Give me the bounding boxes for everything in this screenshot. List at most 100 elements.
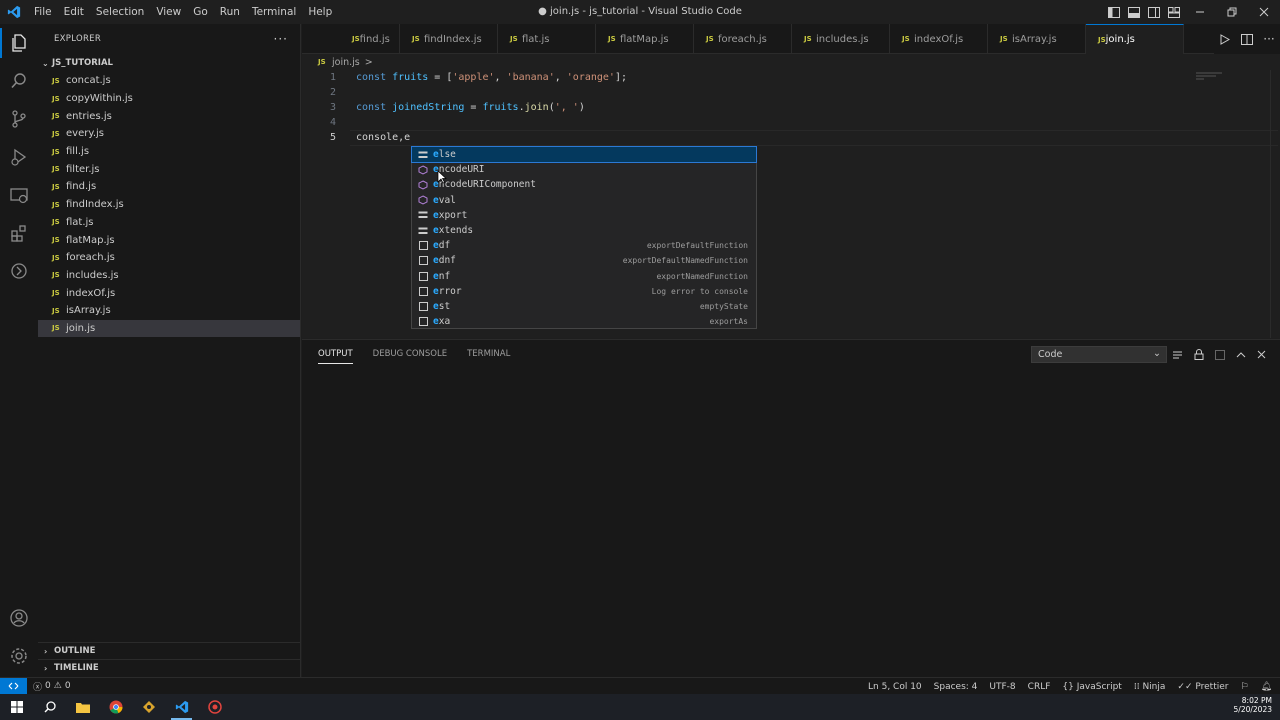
lock-scroll-icon[interactable] xyxy=(1190,346,1207,363)
suggest-item[interactable]: else xyxy=(411,145,757,164)
cursor-position[interactable]: Ln 5, Col 10 xyxy=(868,682,922,692)
menu-run[interactable]: Run xyxy=(214,0,246,24)
timeline-section[interactable]: › TIMELINE xyxy=(38,659,301,676)
toggle-secondary-sidebar-icon[interactable] xyxy=(1144,0,1164,24)
file-item-indexof[interactable]: JS indexOf.js xyxy=(38,284,300,302)
tab-findindex[interactable]: JS findIndex.js xyxy=(400,24,498,54)
menu-terminal[interactable]: Terminal xyxy=(246,0,302,24)
sourcetree-icon[interactable] xyxy=(132,694,165,720)
suggest-item[interactable]: encodeURI xyxy=(412,162,756,177)
suggest-item[interactable]: extends xyxy=(412,223,756,238)
breadcrumb-file[interactable]: join.js xyxy=(332,57,360,68)
menu-help[interactable]: Help xyxy=(302,0,338,24)
token-keyword: const xyxy=(356,72,387,83)
more-actions-icon[interactable]: ··· xyxy=(274,32,288,46)
outline-section[interactable]: › OUTLINE xyxy=(38,642,301,659)
account-icon[interactable] xyxy=(0,599,38,637)
run-code-icon[interactable] xyxy=(1214,27,1236,51)
tab-flat[interactable]: JS flat.js xyxy=(498,24,596,54)
notifications-bell-icon[interactable]: 🔔︎ xyxy=(1261,682,1272,692)
minimize-icon[interactable] xyxy=(1184,0,1216,24)
settings-gear-icon[interactable] xyxy=(0,637,38,675)
file-item-find[interactable]: JS find.js xyxy=(38,178,300,196)
file-item-foreach[interactable]: JS foreach.js xyxy=(38,249,300,267)
suggest-item[interactable]: edf exportDefaultFunction xyxy=(412,238,756,253)
extensions-icon[interactable] xyxy=(0,214,38,252)
tab-flatmap[interactable]: JS flatMap.js xyxy=(596,24,694,54)
menu-file[interactable]: File xyxy=(28,0,58,24)
file-explorer-icon[interactable] xyxy=(66,694,99,720)
customize-layout-icon[interactable] xyxy=(1164,0,1184,24)
indentation[interactable]: Spaces: 4 xyxy=(934,682,978,692)
taskbar-search-icon[interactable] xyxy=(33,694,66,720)
more-actions-icon[interactable]: ··· xyxy=(1258,27,1280,51)
menu-selection[interactable]: Selection xyxy=(90,0,150,24)
suggest-item[interactable]: est emptyState xyxy=(412,299,756,314)
close-window-icon[interactable] xyxy=(1248,0,1280,24)
suggest-item[interactable]: eval xyxy=(412,193,756,208)
suggest-item[interactable]: error Log error to console xyxy=(412,284,756,299)
suggest-item[interactable]: export xyxy=(412,208,756,223)
suggest-item[interactable]: enf exportNamedFunction xyxy=(412,269,756,284)
prettier-status[interactable]: ✓✓ Prettier xyxy=(1177,682,1228,692)
ninja-status[interactable]: ⁞⁞ Ninja xyxy=(1134,682,1166,692)
tab-isarray[interactable]: JS isArray.js xyxy=(988,24,1086,54)
clear-output-icon[interactable] xyxy=(1169,346,1186,363)
file-item-flatmap[interactable]: JS flatMap.js xyxy=(38,231,300,249)
tab-join[interactable]: JS join.js xyxy=(1086,24,1184,54)
timeline-git-icon[interactable] xyxy=(0,252,38,290)
file-item-isarray[interactable]: JS isArray.js xyxy=(38,302,300,320)
output-channel-select[interactable]: Code ⌄ xyxy=(1031,346,1167,363)
file-item-includes[interactable]: JS includes.js xyxy=(38,267,300,285)
tab-debug-console[interactable]: DEBUG CONSOLE xyxy=(363,340,457,368)
vscode-taskbar-icon[interactable] xyxy=(165,694,198,720)
file-item-concat[interactable]: JS concat.js xyxy=(38,72,300,90)
run-debug-icon[interactable] xyxy=(0,138,38,176)
menu-go[interactable]: Go xyxy=(187,0,214,24)
file-item-entries[interactable]: JS entries.js xyxy=(38,107,300,125)
file-item-findindex[interactable]: JS findIndex.js xyxy=(38,196,300,214)
remote-indicator-icon[interactable] xyxy=(0,677,27,695)
toggle-panel-icon[interactable] xyxy=(1124,0,1144,24)
menu-view[interactable]: View xyxy=(150,0,187,24)
file-item-join[interactable]: JS join.js xyxy=(38,319,300,338)
chrome-icon[interactable] xyxy=(99,694,132,720)
restore-icon[interactable] xyxy=(1216,0,1248,24)
split-editor-icon[interactable] xyxy=(1236,27,1258,51)
remote-explorer-icon[interactable] xyxy=(0,176,38,214)
menu-edit[interactable]: Edit xyxy=(58,0,90,24)
files-icon[interactable] xyxy=(0,24,38,62)
tab-output[interactable]: OUTPUT xyxy=(308,340,363,368)
file-item-flat[interactable]: JS flat.js xyxy=(38,214,300,232)
search-icon[interactable] xyxy=(0,62,38,100)
file-item-every[interactable]: JS every.js xyxy=(38,125,300,143)
problems-status[interactable]: ⓧ 0 ⚠ 0 xyxy=(27,680,71,693)
maximize-panel-icon[interactable] xyxy=(1232,346,1249,363)
accounts-sync-icon[interactable]: ⚐ xyxy=(1240,682,1248,692)
tab-terminal[interactable]: TERMINAL xyxy=(457,340,520,368)
end-of-line[interactable]: CRLF xyxy=(1028,682,1051,692)
suggest-item[interactable]: ednf exportDefaultNamedFunction xyxy=(412,253,756,268)
source-control-icon[interactable] xyxy=(0,100,38,138)
file-item-filter[interactable]: JS filter.js xyxy=(38,160,300,178)
encoding[interactable]: UTF-8 xyxy=(989,682,1015,692)
system-clock[interactable]: 8:02 PM 5/20/2023 xyxy=(1234,696,1272,714)
file-item-fill[interactable]: JS fill.js xyxy=(38,143,300,161)
tab-includes[interactable]: JS includes.js xyxy=(792,24,890,54)
file-item-copywithin[interactable]: JS copyWithin.js xyxy=(38,90,300,108)
language-mode[interactable]: {} JavaScript xyxy=(1062,682,1121,692)
folder-js-tutorial[interactable]: ⌄ JS_TUTORIAL xyxy=(38,54,300,72)
tab-indexof[interactable]: JS indexOf.js xyxy=(890,24,988,54)
suggest-detail: exportNamedFunction xyxy=(656,271,748,281)
tab-find[interactable]: JS find.js xyxy=(302,24,400,54)
tab-foreach[interactable]: JS foreach.js xyxy=(694,24,792,54)
screen-recorder-icon[interactable] xyxy=(198,694,231,720)
minimap[interactable] xyxy=(1196,72,1226,80)
editor-scrollbar[interactable] xyxy=(1270,70,1280,338)
toggle-primary-sidebar-icon[interactable] xyxy=(1104,0,1124,24)
suggest-item[interactable]: exa exportAs xyxy=(412,314,756,329)
open-in-editor-icon[interactable] xyxy=(1211,346,1228,363)
windows-start-icon[interactable] xyxy=(0,694,33,720)
suggest-item[interactable]: encodeURIComponent xyxy=(412,177,756,192)
close-panel-icon[interactable] xyxy=(1253,346,1270,363)
